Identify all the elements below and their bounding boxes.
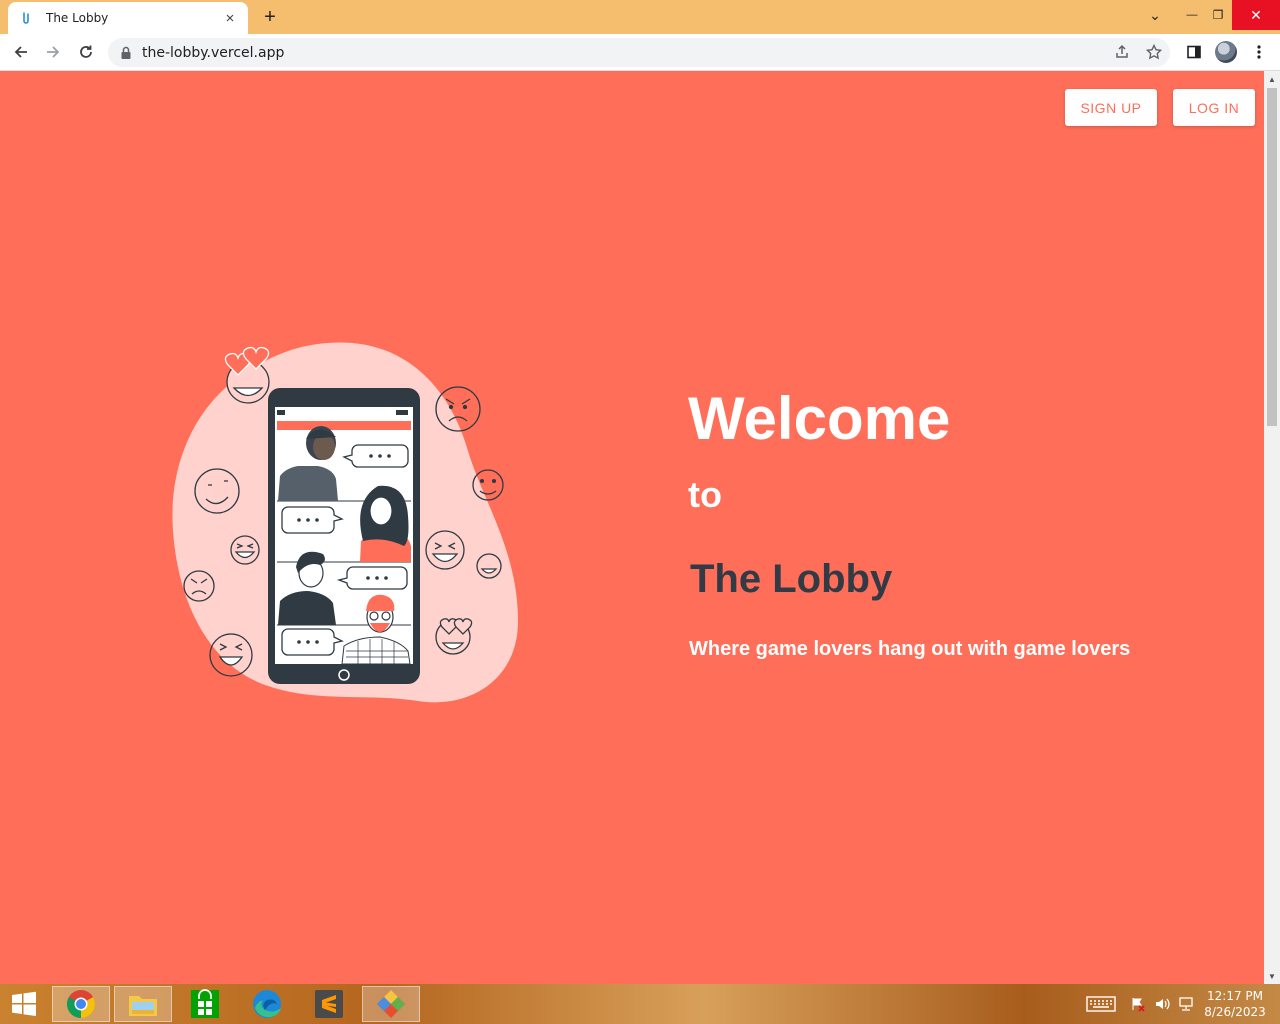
star-icon[interactable]	[1144, 42, 1164, 62]
browser-tab[interactable]: The Lobby ×	[8, 2, 248, 34]
edge-icon[interactable]	[238, 986, 296, 1022]
keyboard-icon[interactable]	[1086, 984, 1116, 1024]
heart-eyes-emoji-icon	[224, 346, 270, 404]
sign-up-button[interactable]: SIGN UP	[1065, 89, 1157, 126]
tagline-text: Where game lovers hang out with game lov…	[689, 638, 1131, 660]
share-icon[interactable]	[1112, 42, 1132, 62]
page-scrollbar[interactable]: ▲ ▼	[1264, 71, 1280, 984]
menu-icon[interactable]	[1249, 42, 1269, 62]
brand-heading: The Lobby	[690, 557, 893, 601]
chat-bubble	[281, 628, 344, 656]
clock-time: 12:17 PM	[1207, 989, 1263, 1003]
back-icon[interactable]	[9, 40, 33, 64]
minimize-button[interactable]: —	[1180, 0, 1204, 30]
chrome-icon[interactable]	[52, 986, 110, 1022]
scroll-down-icon[interactable]: ▼	[1264, 968, 1280, 984]
chat-bubble	[336, 566, 408, 590]
tab-title: The Lobby	[46, 11, 109, 25]
network-icon[interactable]	[1178, 984, 1194, 1024]
volume-icon[interactable]	[1154, 984, 1170, 1024]
log-in-button[interactable]: LOG IN	[1173, 89, 1255, 126]
to-heading: to	[688, 474, 722, 515]
welcome-heading: Welcome	[688, 385, 951, 452]
windows-start-icon[interactable]	[0, 986, 48, 1022]
forward-icon[interactable]	[41, 40, 65, 64]
clock-date: 8/26/2023	[1204, 1005, 1266, 1019]
phone-icon	[268, 388, 420, 684]
chat-phone-illustration	[172, 342, 519, 703]
close-window-button[interactable]: ✕	[1232, 0, 1280, 30]
profile-avatar[interactable]	[1215, 41, 1237, 63]
git-icon[interactable]	[362, 986, 420, 1022]
action-center-flag-icon[interactable]	[1130, 984, 1146, 1024]
tab-search-chevron-icon[interactable]: ⌄	[1140, 0, 1170, 30]
store-icon[interactable]	[176, 986, 234, 1022]
lock-icon	[120, 46, 134, 60]
browser-toolbar: the-lobby.vercel.app	[0, 34, 1280, 71]
url-text: the-lobby.vercel.app	[142, 44, 285, 61]
page-viewport: SIGN UP LOG IN Welcome to The Lobby Wher…	[0, 71, 1264, 984]
side-panel-icon[interactable]	[1184, 42, 1204, 62]
taskbar-clock[interactable]: 12:17 PM 8/26/2023	[1200, 988, 1270, 1020]
scroll-up-icon[interactable]: ▲	[1264, 71, 1280, 87]
restore-button[interactable]: ❐	[1206, 0, 1230, 30]
tab-close-icon[interactable]: ×	[222, 10, 238, 27]
browser-tab-bar: The Lobby × + ⌄ — ❐ ✕	[0, 0, 1280, 34]
sublime-text-icon[interactable]	[300, 986, 358, 1022]
address-bar[interactable]: the-lobby.vercel.app	[108, 38, 1170, 67]
file-explorer-icon[interactable]	[114, 986, 172, 1022]
windows-taskbar: 12:17 PM 8/26/2023	[0, 984, 1280, 1024]
chat-bubble	[342, 444, 409, 468]
reload-icon[interactable]	[74, 40, 98, 64]
paperclip-icon	[18, 10, 34, 26]
new-tab-button[interactable]: +	[258, 5, 282, 29]
scrollbar-thumb[interactable]	[1267, 88, 1277, 426]
chat-bubble	[281, 506, 344, 534]
